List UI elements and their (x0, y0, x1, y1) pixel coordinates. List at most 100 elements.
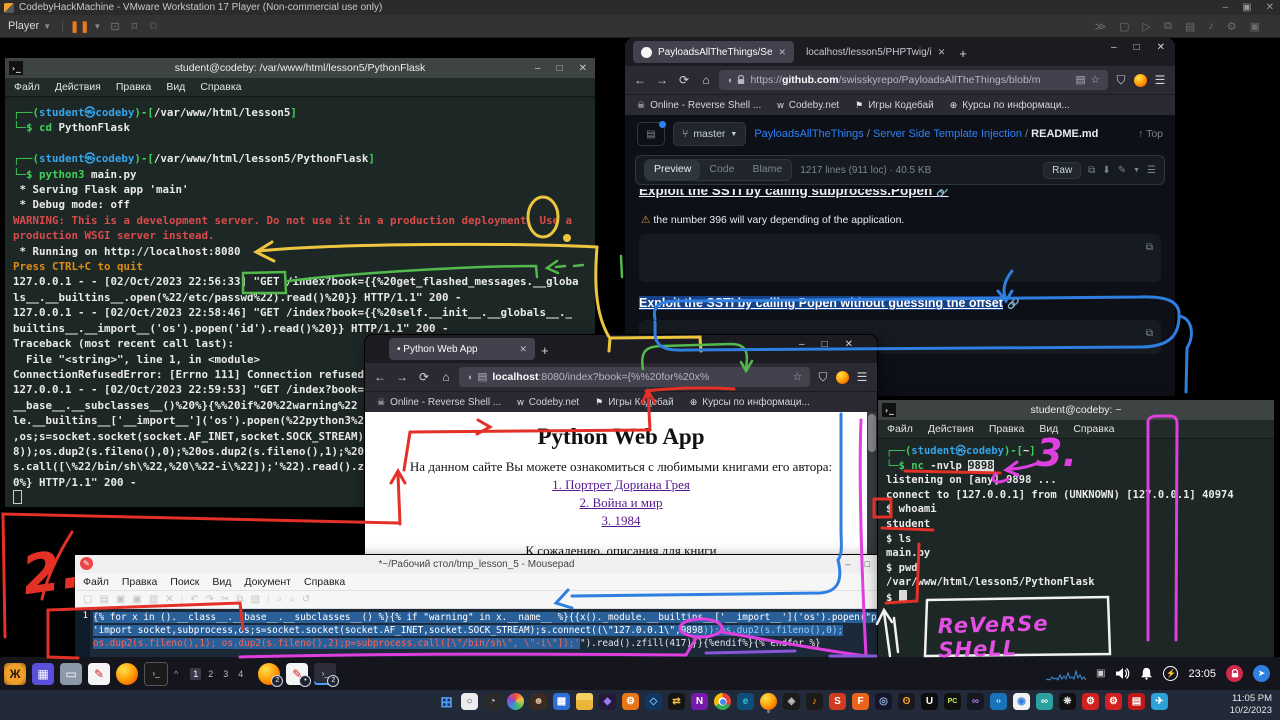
book-link[interactable]: 1. Портрет Дориана Грея (365, 477, 877, 493)
code-block-subprocess[interactable]: ⧉ {{''.__class__.mro()[1].__subclasses__… (639, 234, 1161, 282)
taskbar-app-calendar[interactable]: ▦ (553, 693, 570, 710)
taskbar-app-obsidian[interactable]: ◆ (599, 693, 616, 710)
device-fullbox-icon[interactable]: ▣ (1250, 20, 1260, 33)
minimize-icon[interactable]: – (846, 559, 851, 569)
shield-icon[interactable]: ◖ (467, 372, 472, 382)
maximize-icon[interactable]: □ (557, 63, 563, 74)
taskbar-app-vmware[interactable]: ◇ (645, 693, 662, 710)
taskbar-app-gear-red-1[interactable]: ⚙ (1082, 693, 1099, 710)
pocket-shield-icon[interactable]: ⛉ (1112, 73, 1130, 88)
menu-item[interactable]: Справка (200, 81, 241, 93)
menu-item[interactable]: Правка (122, 576, 157, 588)
close-icon[interactable]: ✕ (579, 63, 587, 74)
copy-icon[interactable]: ⧉ (1088, 165, 1095, 176)
taskbar-app-visual-studio[interactable]: ∞ (967, 693, 984, 710)
app-menu-icon[interactable]: ▦ (32, 663, 54, 685)
player-menu[interactable]: Player (8, 20, 39, 32)
view-tab-blame[interactable]: Blame (743, 160, 791, 180)
mousepad-window[interactable]: ✎ *~/Рабочий стол/tmp_lesson_5 - Mousepa… (75, 555, 878, 658)
taskbar-app-onenote[interactable]: N (691, 693, 708, 710)
menu-hamburger-icon[interactable]: ☰ (853, 370, 871, 384)
taskbar-app-edge[interactable]: e (737, 693, 754, 710)
replace-icon[interactable]: ⌕ (289, 594, 295, 605)
caret-down-icon[interactable]: ▼ (1133, 167, 1140, 174)
bookmark-item[interactable]: ⚑Игры Кодебай (595, 397, 674, 408)
mousepad-editor[interactable]: 1 {% for x in ().__class__.__base__.__su… (75, 609, 878, 660)
view-tab-code[interactable]: Code (700, 160, 743, 180)
taskbar-app-feather[interactable]: ❋ (1059, 693, 1076, 710)
shield-icon[interactable]: ◖ (727, 75, 732, 85)
tab-localhost-phptwig[interactable]: localhost/lesson5/PHPTwig/i ✕ (796, 41, 955, 63)
forward-icon[interactable]: → (393, 370, 411, 384)
cut-icon[interactable]: ✂ (221, 594, 229, 605)
raw-button[interactable]: Raw (1043, 162, 1081, 179)
branch-selector[interactable]: ⑂ master ▼ (673, 122, 746, 146)
bookmark-item[interactable]: ☠Online - Reverse Shell ... (637, 100, 761, 111)
notification-bell-icon[interactable] (1140, 667, 1153, 680)
terminal-window-nc[interactable]: ›_ student@codeby: ~ ФайлДействияПравкаВ… (878, 400, 1274, 658)
breadcrumb-dir[interactable]: Server Side Template Injection (873, 128, 1022, 140)
taskbar-app-portrait[interactable]: ☻ (530, 693, 547, 710)
print-icon[interactable]: ▥ (149, 594, 158, 605)
new-tab-button[interactable]: + (959, 46, 967, 61)
workspace-2[interactable]: 2 (205, 668, 216, 680)
maximize-icon[interactable]: □ (822, 339, 828, 350)
taskbar-app-davinci[interactable]: ◈ (783, 693, 800, 710)
send-ctrl-alt-del-icon[interactable]: ⊡ (110, 20, 119, 33)
bookmark-item[interactable]: wCodeby.net (517, 397, 579, 408)
goto-icon[interactable]: ↺ (302, 594, 310, 605)
taskbar-app-chrome[interactable] (714, 693, 731, 710)
terminal2-titlebar[interactable]: ›_ student@codeby: ~ (878, 400, 1274, 420)
search-icon[interactable]: ⌕ (277, 594, 283, 605)
taskbar-app-cinema4d[interactable]: ◎ (875, 693, 892, 710)
taskbar-app-blender[interactable]: ʘ (898, 693, 915, 710)
close-file-icon[interactable]: ✕ (165, 594, 173, 605)
minimize-icon[interactable]: – (799, 339, 805, 350)
open-file-icon[interactable]: ▤ (99, 594, 108, 605)
screenlock-icon[interactable] (1226, 665, 1243, 682)
back-icon[interactable]: ← (631, 73, 649, 87)
copy-icon[interactable]: ⧉ (1146, 326, 1153, 342)
minimize-icon[interactable]: – (1111, 42, 1117, 53)
download-icon[interactable]: ⬇ (1102, 165, 1110, 176)
taskbar-firefox-running[interactable]: 2 (258, 663, 280, 685)
anchor-link-icon[interactable]: 🔗 (936, 189, 948, 198)
minimize-icon[interactable]: – (535, 63, 541, 74)
outline-icon[interactable]: ☰ (1147, 165, 1156, 176)
editor-text[interactable]: {% for x in ().__class__.__base__.__subc… (90, 609, 878, 660)
github-urlbar[interactable]: ◖ https://github.com/swisskyrepo/Payload… (719, 70, 1108, 90)
taskbar-app-arrows[interactable]: ⇄ (668, 693, 685, 710)
taskbar-app-color-wheel[interactable] (507, 693, 524, 710)
maximize-icon[interactable]: □ (1134, 42, 1140, 53)
menu-item[interactable]: Документ (244, 576, 291, 588)
forward-icon[interactable]: → (653, 73, 671, 87)
home-icon[interactable]: ⌂ (697, 73, 715, 87)
menu-item[interactable]: Файл (887, 423, 913, 435)
menu-hamburger-icon[interactable]: ☰ (1151, 73, 1169, 87)
power-indicator-icon[interactable]: ⚡ (1163, 666, 1178, 681)
taskbar-app-gauge[interactable]: ◔ (484, 693, 501, 710)
bookmark-star-icon[interactable]: ☆ (793, 371, 802, 383)
taskbar-app-fl-studio[interactable]: ♪ (806, 693, 823, 710)
taskbar-app-start[interactable]: ⊞ (438, 693, 455, 710)
workspace-4[interactable]: 4 (235, 668, 246, 680)
taskbar-app-vscode[interactable]: ‹› (990, 693, 1007, 710)
pause-caret-icon[interactable]: ▼ (93, 22, 101, 31)
taskbar-app-gear-orange[interactable]: ⚙ (622, 693, 639, 710)
bookmark-item[interactable]: ⊕Курсы по информаци... (950, 100, 1070, 111)
menu-item[interactable]: Вид (1039, 423, 1058, 435)
vmware-close-button[interactable]: ✕ (1266, 2, 1274, 13)
redo-icon[interactable]: ↷ (206, 594, 214, 605)
menu-item[interactable]: Правка (116, 81, 151, 93)
device-display-icon[interactable]: ▢ (1119, 20, 1129, 33)
close-icon[interactable]: ✕ (1157, 42, 1165, 53)
anchor-link-icon[interactable]: 🔗 (1007, 299, 1019, 310)
mousepad-titlebar[interactable]: ✎ *~/Рабочий стол/tmp_lesson_5 - Mousepa… (75, 555, 878, 573)
taskbar-app-unreal[interactable]: U (921, 693, 938, 710)
menu-item[interactable]: Справка (1073, 423, 1114, 435)
file-manager-icon[interactable]: ▭ (60, 663, 82, 685)
firefox-account-icon[interactable] (1134, 74, 1147, 87)
firefox-launcher-icon[interactable] (116, 663, 138, 685)
menu-item[interactable]: Файл (83, 576, 109, 588)
bookmark-item[interactable]: ⚑Игры Кодебай (855, 100, 934, 111)
